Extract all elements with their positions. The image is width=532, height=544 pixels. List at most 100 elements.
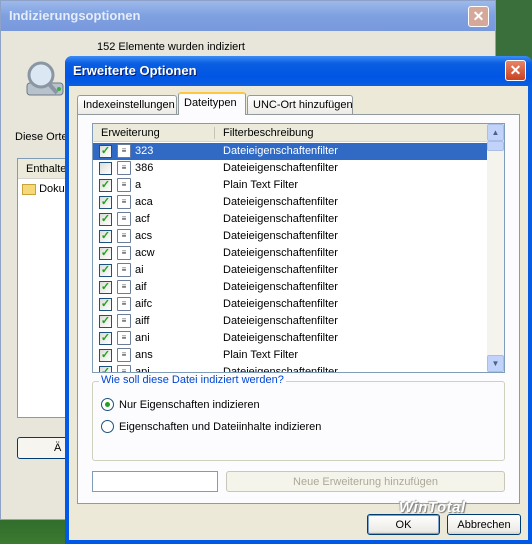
table-row[interactable]: ✓ ≡ ans Plain Text Filter — [93, 347, 487, 364]
tab-file-types[interactable]: Dateitypen — [178, 92, 246, 115]
locations-label: Diese Orte — [15, 131, 68, 143]
row-extension: ans — [135, 349, 153, 361]
generic-file-icon: ≡ — [117, 263, 131, 277]
checkbox-checked[interactable]: ✓ — [99, 366, 112, 372]
table-row[interactable]: ✓ ≡ 323 Dateieigenschaftenfilter — [93, 143, 487, 160]
checkbox-checked[interactable]: ✓ — [99, 213, 112, 226]
add-extension-button[interactable]: Neue Erweiterung hinzufügen — [226, 471, 505, 492]
file-type-rows: ✓ ≡ 323 Dateieigenschaftenfilter ≡ 386 Dateiei… — [93, 143, 487, 373]
row-extension: aif — [135, 281, 147, 293]
index-mode-legend: Wie soll diese Datei indiziert werden? — [99, 374, 286, 386]
index-mode-group: Wie soll diese Datei indiziert werden? N… — [92, 374, 505, 461]
table-row[interactable]: ✓ ≡ acw Dateieigenschaftenfilter — [93, 245, 487, 262]
indexing-drive-icon — [26, 61, 64, 96]
table-row[interactable]: ✓ ≡ ani Dateieigenschaftenfilter — [93, 330, 487, 347]
table-row[interactable]: ✓ ≡ aif Dateieigenschaftenfilter — [93, 279, 487, 296]
radio-properties-and-contents[interactable] — [101, 420, 114, 433]
phone-file-icon: ≡ — [117, 144, 131, 158]
row-extension: aca — [135, 196, 153, 208]
row-description: Dateieigenschaftenfilter — [223, 230, 338, 242]
accessibility-file-icon: ≡ — [117, 246, 131, 260]
checkbox-checked[interactable]: ✓ — [99, 281, 112, 294]
agent-file-icon: ≡ — [117, 212, 131, 226]
radio-properties-only-label[interactable]: Nur Eigenschaften indizieren — [119, 399, 260, 411]
table-row[interactable]: ✓ ≡ acs Dateieigenschaftenfilter — [93, 228, 487, 245]
row-extension: a — [135, 179, 142, 191]
table-row[interactable]: ✓ ≡ aiff Dateieigenschaftenfilter — [93, 313, 487, 330]
scroll-up-icon[interactable]: ▲ — [487, 124, 504, 141]
advanced-options-dialog: Erweiterte Optionen ✕ Indexeinstellungen… — [65, 56, 532, 544]
checkbox-checked[interactable]: ✓ — [99, 315, 112, 328]
checkbox-checked[interactable]: ✓ — [99, 145, 112, 158]
row-description: Dateieigenschaftenfilter — [223, 281, 338, 293]
row-description: Dateieigenschaftenfilter — [223, 264, 338, 276]
row-description: Dateieigenschaftenfilter — [223, 366, 338, 373]
row-extension: acf — [135, 213, 150, 225]
radio-properties-only[interactable] — [101, 398, 114, 411]
table-row[interactable]: ✓ ≡ aifc Dateieigenschaftenfilter — [93, 296, 487, 313]
table-row[interactable]: ✓ ≡ acf Dateieigenschaftenfilter — [93, 211, 487, 228]
row-description: Dateieigenschaftenfilter — [223, 332, 338, 344]
checkbox-unchecked[interactable] — [99, 162, 112, 175]
file-types-panel: Erweiterung Filterbeschreibung ✓ ≡ 323 Date… — [77, 114, 520, 504]
row-extension: acw — [135, 247, 155, 259]
table-row[interactable]: ≡ 386 Dateieigenschaftenfilter — [93, 160, 487, 177]
scroll-thumb[interactable] — [487, 141, 504, 151]
row-extension: ai — [135, 264, 144, 276]
row-description: Dateieigenschaftenfilter — [223, 298, 338, 310]
radio-selected-dot — [105, 402, 110, 407]
tab-index-settings[interactable]: Indexeinstellungen — [77, 95, 177, 114]
row-description: Dateieigenschaftenfilter — [223, 162, 338, 174]
radio-properties-and-contents-label[interactable]: Eigenschaften und Dateiinhalte indiziere… — [119, 421, 321, 433]
row-extension: api — [135, 366, 150, 373]
table-row[interactable]: ✓ ≡ a Plain Text Filter — [93, 177, 487, 194]
row-extension: aiff — [135, 315, 150, 327]
dialog-close-icon[interactable]: ✕ — [505, 60, 526, 81]
cursor-file-icon: ≡ — [117, 331, 131, 345]
row-description: Dateieigenschaftenfilter — [223, 213, 338, 225]
background-window-title: Indizierungsoptionen — [1, 1, 495, 31]
checkbox-checked[interactable]: ✓ — [99, 247, 112, 260]
row-description: Plain Text Filter — [223, 349, 298, 361]
row-description: Dateieigenschaftenfilter — [223, 196, 338, 208]
list-scrollbar[interactable]: ▲ ▼ — [487, 124, 504, 372]
row-extension: acs — [135, 230, 153, 242]
scroll-down-icon[interactable]: ▼ — [487, 355, 504, 372]
cancel-button[interactable]: Abbrechen — [447, 514, 521, 535]
table-row[interactable]: ✓ ≡ ai Dateieigenschaftenfilter — [93, 262, 487, 279]
indexed-count-status: 152 Elemente wurden indiziert — [97, 41, 245, 53]
column-divider[interactable] — [214, 127, 215, 139]
column-description[interactable]: Filterbeschreibung — [223, 127, 314, 139]
audio-file-icon: ≡ — [117, 297, 131, 311]
table-row[interactable]: ✓ ≡ aca Dateieigenschaftenfilter — [93, 194, 487, 211]
audio-file-icon: ≡ — [117, 280, 131, 294]
checkbox-checked[interactable]: ✓ — [99, 298, 112, 311]
checkbox-checked[interactable]: ✓ — [99, 230, 112, 243]
column-extension[interactable]: Erweiterung — [101, 127, 160, 139]
dialog-client-area: Indexeinstellungen Dateitypen UNC-Ort hi… — [69, 86, 528, 540]
tab-add-unc-location[interactable]: UNC-Ort hinzufügen — [247, 95, 353, 114]
dialog-title: Erweiterte Optionen — [65, 56, 532, 86]
checkbox-checked[interactable]: ✓ — [99, 332, 112, 345]
location-item-label: Doku — [39, 183, 65, 195]
table-row[interactable]: ✓ ≡ api Dateieigenschaftenfilter — [93, 364, 487, 373]
audio-file-icon: ≡ — [117, 314, 131, 328]
ok-button[interactable]: OK — [367, 514, 440, 535]
file-type-list[interactable]: Erweiterung Filterbeschreibung ✓ ≡ 323 Date… — [92, 123, 505, 373]
text-file-icon: ≡ — [117, 348, 131, 362]
checkbox-checked[interactable]: ✓ — [99, 264, 112, 277]
row-extension: 386 — [135, 162, 154, 174]
acrobat-file-icon: ≡ — [117, 365, 131, 372]
driver-file-icon: ≡ — [117, 161, 131, 175]
background-close-icon[interactable]: ✕ — [468, 6, 489, 27]
folder-icon — [22, 183, 36, 195]
row-description: Dateieigenschaftenfilter — [223, 145, 338, 157]
text-file-icon: ≡ — [117, 178, 131, 192]
checkbox-checked[interactable]: ✓ — [99, 196, 112, 209]
list-header: Erweiterung Filterbeschreibung — [93, 124, 487, 142]
new-extension-input[interactable] — [92, 471, 218, 492]
checkbox-checked[interactable]: ✓ — [99, 349, 112, 362]
agent-file-icon: ≡ — [117, 229, 131, 243]
agent-file-icon: ≡ — [117, 195, 131, 209]
checkbox-checked[interactable]: ✓ — [99, 179, 112, 192]
